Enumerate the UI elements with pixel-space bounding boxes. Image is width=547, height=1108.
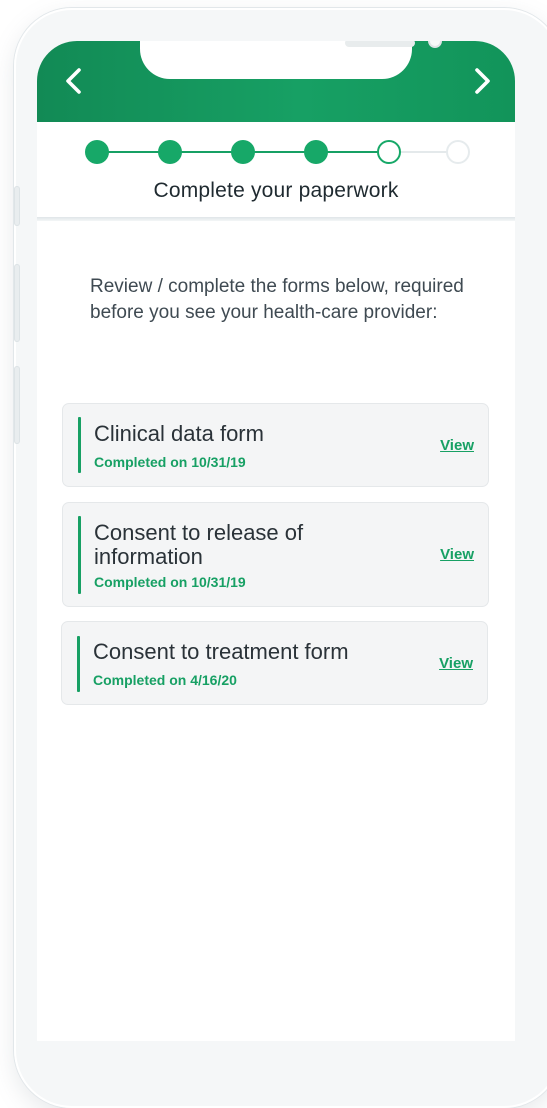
phone-notch bbox=[140, 41, 442, 79]
form-title: Clinical data form bbox=[94, 421, 264, 446]
form-status: Completed on 10/31/19 bbox=[94, 574, 246, 590]
form-card-clinical-data: Clinical data form Completed on 10/31/19… bbox=[62, 403, 489, 487]
chevron-left-icon bbox=[66, 68, 81, 94]
step-4-complete bbox=[304, 140, 328, 164]
back-button[interactable] bbox=[57, 63, 93, 99]
title-divider bbox=[37, 217, 515, 221]
form-title: Consent to release of information bbox=[94, 520, 304, 569]
chevron-right-icon bbox=[475, 68, 490, 94]
forward-button[interactable] bbox=[463, 63, 499, 99]
phone-screen: Complete your paperwork Review / complet… bbox=[37, 41, 515, 1041]
form-card-consent-treatment: Consent to treatment form Completed on 4… bbox=[61, 621, 488, 705]
page-title: Complete your paperwork bbox=[153, 179, 399, 202]
mute-switch bbox=[14, 186, 20, 226]
card-accent-bar bbox=[77, 636, 80, 692]
step-2-complete bbox=[158, 140, 182, 164]
view-form-link[interactable]: View bbox=[440, 437, 474, 454]
step-6-pending bbox=[446, 140, 470, 164]
progress-track bbox=[97, 151, 457, 153]
speaker-grille bbox=[345, 41, 415, 47]
view-form-link[interactable]: View bbox=[439, 655, 473, 672]
step-5-current bbox=[377, 140, 401, 164]
progress-steps bbox=[37, 139, 515, 165]
card-accent-bar bbox=[78, 516, 81, 594]
form-title: Consent to treatment form bbox=[93, 639, 349, 664]
instructions-text: Review / complete the forms below, requi… bbox=[90, 276, 464, 323]
volume-down-button bbox=[14, 366, 20, 444]
step-3-complete bbox=[231, 140, 255, 164]
view-form-link[interactable]: View bbox=[440, 546, 474, 563]
card-accent-bar bbox=[78, 417, 81, 473]
form-status: Completed on 4/16/20 bbox=[93, 672, 237, 688]
volume-up-button bbox=[14, 264, 20, 342]
form-status: Completed on 10/31/19 bbox=[94, 454, 246, 470]
form-card-consent-release: Consent to release of information Comple… bbox=[62, 502, 489, 607]
step-1-complete bbox=[85, 140, 109, 164]
